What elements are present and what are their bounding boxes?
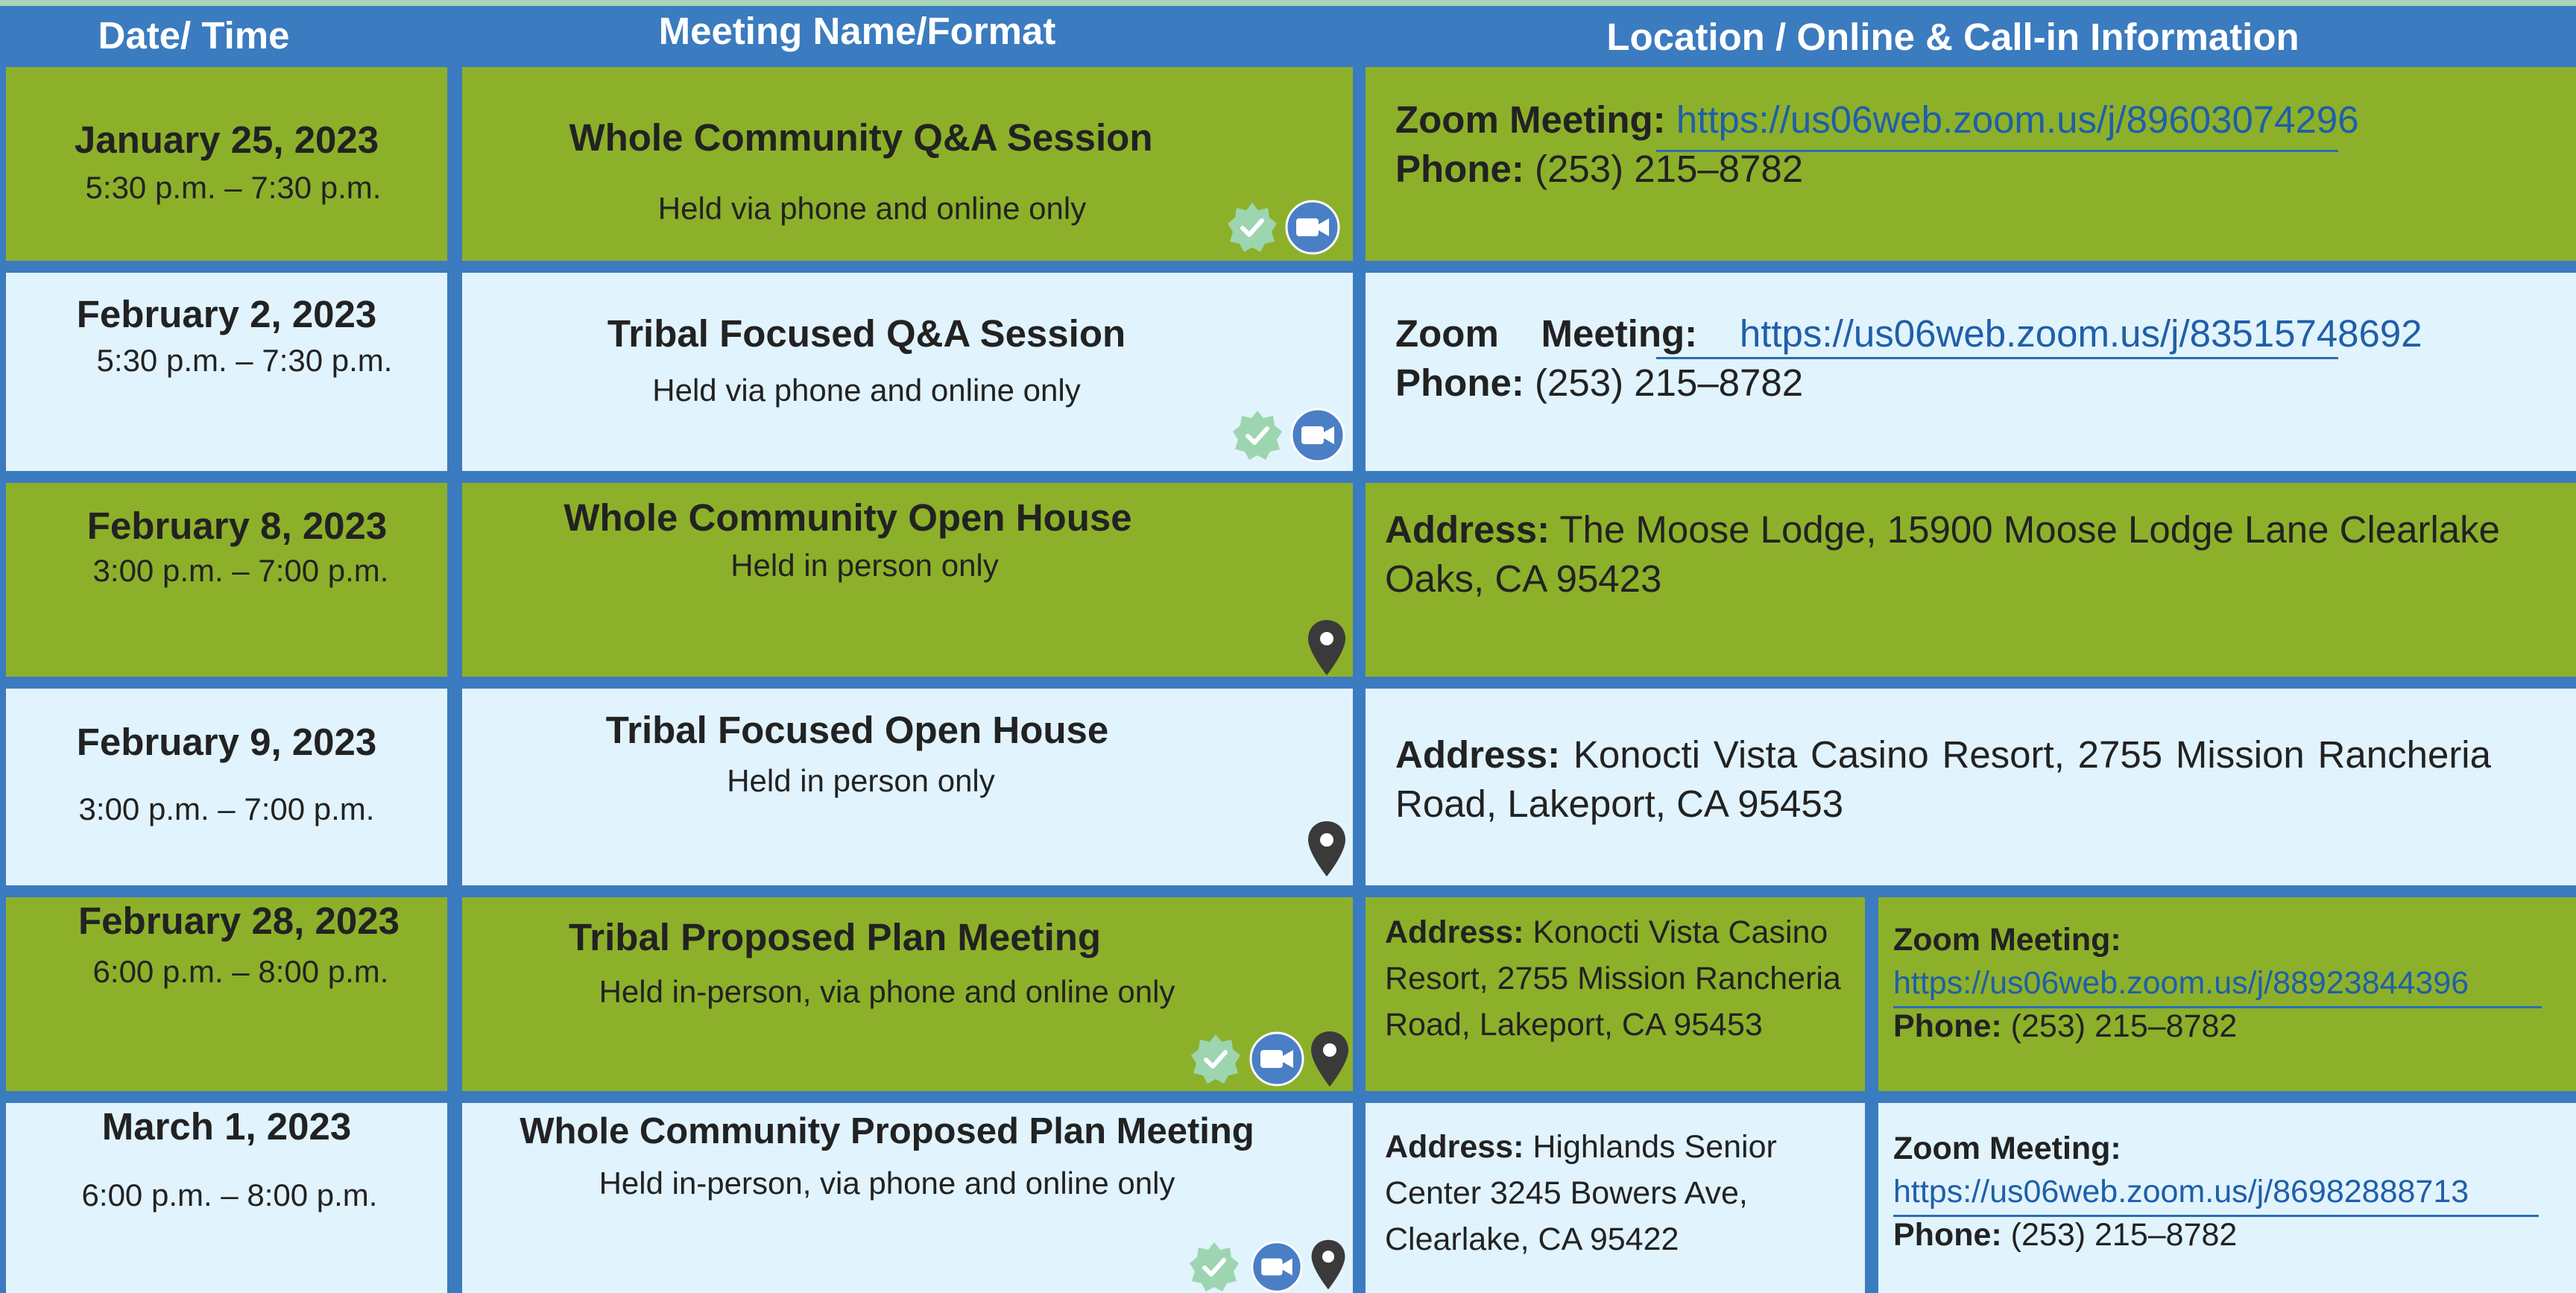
zoom-link[interactable]: https://us06web.zoom.us/j/88923844396 xyxy=(1893,961,2469,1005)
phone-number: (253) 215–8782 xyxy=(2010,1008,2238,1044)
address-text: Konocti Vista Casino Resort, 2755 Missio… xyxy=(1395,733,2491,825)
link-underline xyxy=(1893,1215,2539,1217)
row-4-date-cell xyxy=(6,689,447,885)
header-location: Location / Online & Call-in Information xyxy=(1606,16,2299,58)
video-camera-icon[interactable] xyxy=(1290,408,1345,463)
map-pin-icon[interactable] xyxy=(1307,1239,1349,1291)
address-line: Center 3245 Bowers Ave, xyxy=(1385,1175,1748,1211)
phone-number: (253) 215–8782 xyxy=(1535,361,1804,404)
zoom-label: Zoom Meeting: xyxy=(1893,1131,2121,1166)
badge-check-icon xyxy=(1191,1034,1240,1084)
address-line: Konocti Vista Casino xyxy=(1532,914,1828,950)
meeting-name: Tribal Focused Open House xyxy=(605,709,1109,751)
row-4-location-info: Address: Konocti Vista Casino Resort, 27… xyxy=(1395,730,2491,829)
meeting-name: Whole Community Open House xyxy=(564,496,1132,539)
phone-label: Phone: xyxy=(1395,361,1524,404)
row-1-date-cell xyxy=(6,67,447,261)
phone-number: (253) 215–8782 xyxy=(2010,1217,2238,1253)
address-line: Resort, 2755 Mission Rancheria xyxy=(1385,961,1841,996)
row-3-location-info: Address: The Moose Lodge, 15900 Moose Lo… xyxy=(1385,505,2548,604)
meeting-time: 6:00 p.m. – 8:00 p.m. xyxy=(92,954,389,989)
link-underline xyxy=(1893,1006,2542,1008)
address-label: Address: xyxy=(1385,508,1550,551)
meeting-format: Held via phone and online only xyxy=(652,373,1081,408)
zoom-label: Zoom Meeting: xyxy=(1893,922,2121,958)
address-line: Clearlake, CA 95422 xyxy=(1385,1221,1679,1257)
phone-label: Phone: xyxy=(1893,1217,2002,1253)
row-1-meeting-cell xyxy=(462,67,1353,261)
address-label: Address: xyxy=(1385,1129,1524,1165)
row-6-zoom-info: Zoom Meeting: https://us06web.zoom.us/j/… xyxy=(1893,1127,2469,1256)
meeting-date: February 2, 2023 xyxy=(76,293,377,335)
zoom-label: Zoom Meeting: xyxy=(1395,98,1666,141)
meeting-date: February 28, 2023 xyxy=(78,900,400,942)
header-date-time: Date/ Time xyxy=(98,14,290,57)
header-meeting-name-format: Meeting Name/Format xyxy=(658,10,1056,52)
meeting-time: 5:30 p.m. – 7:30 p.m. xyxy=(96,343,393,378)
address-line: Road, Lakeport, CA 95453 xyxy=(1385,1007,1763,1043)
map-pin-icon[interactable] xyxy=(1309,1030,1351,1088)
meeting-date: January 25, 2023 xyxy=(74,118,379,161)
meeting-format: Held via phone and online only xyxy=(657,191,1087,226)
link-underline xyxy=(1656,357,2338,359)
meeting-time: 5:30 p.m. – 7:30 p.m. xyxy=(85,170,382,205)
link-underline xyxy=(1656,150,2338,152)
meeting-name: Whole Community Proposed Plan Meeting xyxy=(520,1111,1254,1151)
phone-label: Phone: xyxy=(1893,1008,2002,1044)
badge-check-icon xyxy=(1190,1242,1239,1292)
meeting-name: Whole Community Q&A Session xyxy=(569,116,1153,159)
meeting-time: 6:00 p.m. – 8:00 p.m. xyxy=(81,1177,378,1213)
meeting-date: February 8, 2023 xyxy=(86,505,388,547)
zoom-label: Zoom Meeting: xyxy=(1395,312,1698,355)
meeting-name: Tribal Proposed Plan Meeting xyxy=(568,916,1102,958)
meeting-date: February 9, 2023 xyxy=(76,721,377,763)
badge-check-icon xyxy=(1228,203,1277,252)
zoom-link[interactable]: https://us06web.zoom.us/j/83515748692 xyxy=(1740,312,2422,355)
meeting-format: Held in-person, via phone and online onl… xyxy=(599,974,1175,1009)
phone-label: Phone: xyxy=(1395,148,1524,190)
row-6-address-info: Address: Highlands Senior Center 3245 Bo… xyxy=(1385,1124,1777,1262)
meeting-time: 3:00 p.m. – 7:00 p.m. xyxy=(92,553,389,588)
meeting-format: Held in person only xyxy=(730,548,999,583)
top-accent-stripe xyxy=(0,0,2576,6)
badge-check-icon xyxy=(1233,411,1282,460)
address-label: Address: xyxy=(1395,733,1561,776)
row-5-zoom-info: Zoom Meeting: https://us06web.zoom.us/j/… xyxy=(1893,918,2469,1048)
meeting-format: Held in person only xyxy=(727,763,995,798)
video-camera-icon[interactable] xyxy=(1285,200,1340,255)
row-2-meeting-cell xyxy=(462,273,1353,471)
map-pin-icon[interactable] xyxy=(1306,619,1348,677)
zoom-link[interactable]: https://us06web.zoom.us/j/89603074296 xyxy=(1676,98,2359,141)
meeting-time: 3:00 p.m. – 7:00 p.m. xyxy=(78,791,375,826)
zoom-link[interactable]: https://us06web.zoom.us/j/86982888713 xyxy=(1893,1170,2469,1213)
video-camera-icon[interactable] xyxy=(1249,1241,1304,1293)
row-5-address-info: Address: Konocti Vista Casino Resort, 27… xyxy=(1385,909,1841,1048)
row-1-location-info: Zoom Meeting: https://us06web.zoom.us/j/… xyxy=(1395,95,2359,194)
video-camera-icon[interactable] xyxy=(1249,1031,1304,1087)
address-line: Highlands Senior xyxy=(1532,1129,1777,1165)
phone-number: (253) 215–8782 xyxy=(1535,148,1804,190)
meeting-date: March 1, 2023 xyxy=(101,1105,352,1148)
meeting-format: Held in-person, via phone and online onl… xyxy=(599,1166,1175,1201)
meeting-name: Tribal Focused Q&A Session xyxy=(607,312,1126,355)
map-pin-icon[interactable] xyxy=(1306,820,1348,878)
address-text: The Moose Lodge, 15900 Moose Lodge Lane … xyxy=(1385,508,2501,600)
address-label: Address: xyxy=(1385,914,1524,950)
